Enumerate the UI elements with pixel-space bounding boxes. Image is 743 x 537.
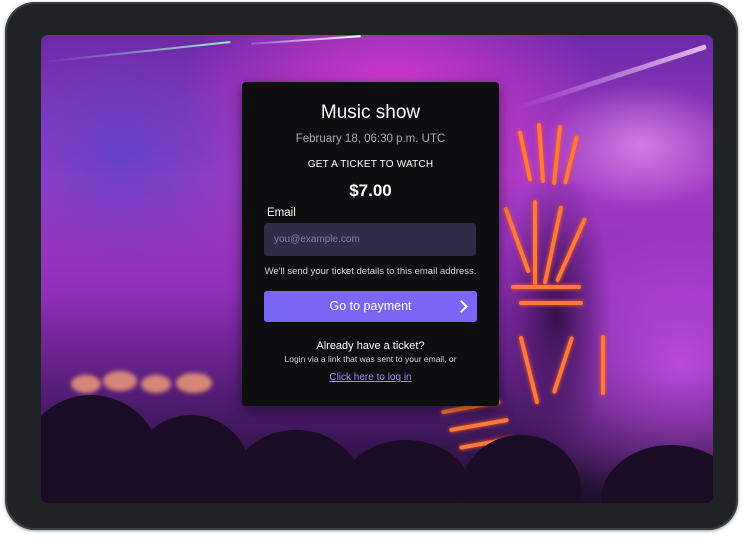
crowd-light bbox=[141, 375, 171, 393]
crowd-silhouette bbox=[341, 440, 471, 503]
stage-light-beam bbox=[41, 41, 231, 63]
email-label: Email bbox=[267, 207, 296, 219]
go-to-payment-button[interactable]: Go to payment bbox=[264, 291, 477, 322]
go-to-payment-label: Go to payment bbox=[329, 299, 412, 313]
ticket-card: Music show February 18, 06:30 p.m. UTC G… bbox=[242, 82, 499, 406]
led-strip bbox=[533, 200, 537, 285]
stage-light-beam bbox=[515, 44, 707, 111]
stage-light-beam bbox=[251, 35, 361, 45]
login-note: Login via a link that was sent to your e… bbox=[284, 354, 457, 364]
crowd-light bbox=[71, 375, 101, 393]
ticket-cta: GET A TICKET TO WATCH bbox=[307, 159, 434, 170]
existing-ticket-heading: Already have a ticket? bbox=[316, 340, 425, 352]
ticket-price: $7.00 bbox=[349, 181, 392, 200]
led-strip bbox=[511, 285, 581, 289]
event-title: Music show bbox=[320, 102, 421, 123]
tablet-frame: Music show February 18, 06:30 p.m. UTC G… bbox=[5, 2, 738, 530]
led-strip bbox=[601, 335, 605, 395]
event-date: February 18, 06:30 p.m. UTC bbox=[295, 133, 446, 145]
email-hint: We'll send your ticket details to this e… bbox=[264, 266, 477, 277]
crowd-light bbox=[103, 371, 137, 391]
email-field[interactable] bbox=[264, 223, 476, 256]
login-link[interactable]: Click here to log in bbox=[242, 372, 499, 383]
crowd-light bbox=[176, 373, 212, 393]
led-strip bbox=[519, 301, 583, 305]
